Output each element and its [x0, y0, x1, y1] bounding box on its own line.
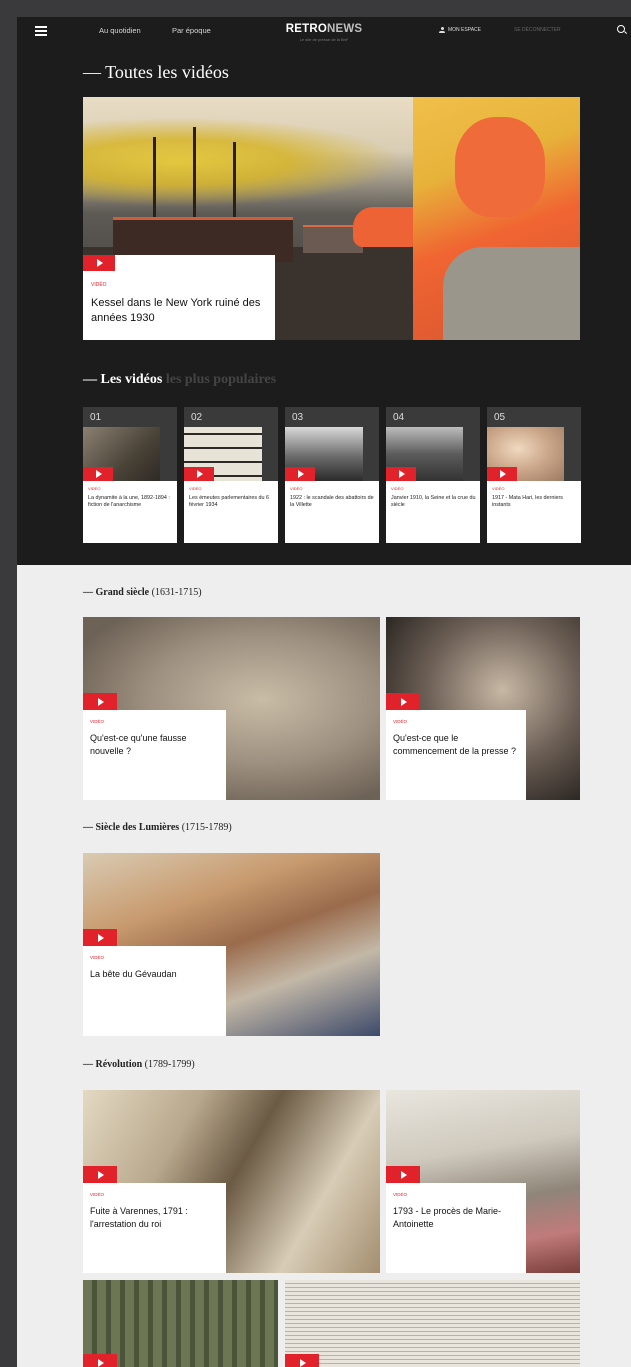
- user-icon: [439, 27, 445, 33]
- video-kind-label: VIDÉO: [492, 486, 505, 491]
- video-title[interactable]: Fuite à Varennes, 1791 : l'arrestation d…: [90, 1205, 220, 1231]
- popular-video-title[interactable]: La dynamite à la une, 1892-1894 : fictio…: [88, 495, 174, 509]
- logo-tagline: Le site de presse de la BnF: [299, 37, 349, 42]
- account-link[interactable]: MON ESPACE: [439, 27, 481, 33]
- video-tile[interactable]: [83, 1280, 278, 1367]
- play-icon[interactable]: [285, 1354, 319, 1367]
- video-title[interactable]: Qu'est-ce qu'une fausse nouvelle ?: [90, 732, 220, 758]
- video-kind-label: VIDÉO: [91, 282, 107, 288]
- video-kind-label: VIDÉO: [290, 486, 303, 491]
- play-icon[interactable]: [487, 467, 517, 481]
- play-icon[interactable]: [386, 693, 420, 710]
- popular-title-muted: les plus populaires: [162, 372, 277, 387]
- popular-video-title[interactable]: 1922 : le scandale des abattoirs de la V…: [290, 495, 376, 509]
- popular-card[interactable]: VIDÉO 1922 : le scandale des abattoirs d…: [285, 467, 379, 543]
- popular-card[interactable]: VIDÉO La dynamite à la une, 1892-1894 : …: [83, 467, 177, 543]
- play-icon[interactable]: [83, 1354, 117, 1367]
- logo-bold: RETRO: [285, 23, 327, 35]
- search-icon[interactable]: [617, 25, 625, 33]
- hero-video-title[interactable]: Kessel dans le New York ruiné des années…: [91, 296, 271, 326]
- popular-rank: 01: [90, 412, 102, 423]
- section-years: (1715-1789): [179, 822, 232, 833]
- video-kind-label: VIDÉO: [88, 486, 101, 491]
- video-card[interactable]: VIDÉO Fuite à Varennes, 1791 : l'arresta…: [83, 1166, 226, 1273]
- popular-rank: 05: [494, 412, 506, 423]
- section-heading: — Grand siècle (1631-1715): [83, 587, 202, 598]
- page: Au quotidien Par époque RETRONEWS Le sit…: [17, 17, 631, 1367]
- popular-card[interactable]: VIDÉO Les émeutes parlementaires du 6 fé…: [184, 467, 278, 543]
- section-years: (1631-1715): [149, 587, 202, 598]
- play-icon[interactable]: [285, 467, 315, 481]
- video-card[interactable]: VIDÉO Qu'est-ce que le commencement de l…: [386, 693, 526, 800]
- dark-header-section: Au quotidien Par époque RETRONEWS Le sit…: [17, 17, 631, 565]
- play-icon[interactable]: [386, 467, 416, 481]
- section-label: — Grand siècle: [83, 587, 150, 598]
- video-kind-label: VIDÉO: [90, 1192, 105, 1197]
- account-label: MON ESPACE: [448, 27, 481, 33]
- section-label: — Révolution: [83, 1059, 143, 1070]
- popular-card[interactable]: VIDÉO Janvier 1910, la Seine et la crue …: [386, 467, 480, 543]
- video-kind-label: VIDÉO: [189, 486, 202, 491]
- video-card[interactable]: VIDÉO La bête du Gévaudan: [83, 929, 226, 1036]
- all-videos-title: — Toutes les vidéos: [83, 62, 229, 82]
- video-title[interactable]: Qu'est-ce que le commencement de la pres…: [393, 732, 519, 758]
- popular-rank: 02: [191, 412, 203, 423]
- popular-video-4[interactable]: 04 VIDÉO Janvier 1910, la Seine et la cr…: [386, 407, 480, 543]
- popular-video-2[interactable]: 02 VIDÉO Les émeutes parlementaires du 6…: [184, 407, 278, 543]
- hero-video-card[interactable]: VIDÉO Kessel dans le New York ruiné des …: [83, 255, 275, 340]
- popular-video-title[interactable]: 1917 - Mata Hari, les derniers instants: [492, 495, 578, 509]
- video-kind-label: VIDÉO: [393, 1192, 408, 1197]
- video-kind-label: VIDÉO: [90, 719, 105, 724]
- popular-video-1[interactable]: 01 VIDÉO La dynamite à la une, 1892-1894…: [83, 407, 177, 543]
- play-icon[interactable]: [83, 467, 113, 481]
- video-title[interactable]: La bête du Gévaudan: [90, 968, 220, 981]
- video-tile[interactable]: VIDÉO Qu'est-ce que le commencement de l…: [386, 617, 580, 800]
- video-kind-label: VIDÉO: [393, 719, 408, 724]
- popular-video-5[interactable]: 05 VIDÉO 1917 - Mata Hari, les derniers …: [487, 407, 581, 543]
- section-heading: — Siècle des Lumières (1715-1789): [83, 822, 232, 833]
- play-icon[interactable]: [83, 929, 117, 946]
- popular-card[interactable]: VIDÉO 1917 - Mata Hari, les derniers ins…: [487, 467, 581, 543]
- video-card[interactable]: VIDÉO Qu'est-ce qu'une fausse nouvelle ?: [83, 693, 226, 800]
- popular-rank: 03: [292, 412, 304, 423]
- video-kind-label: VIDÉO: [90, 955, 105, 960]
- popular-video-title[interactable]: Janvier 1910, la Seine et la crue du siè…: [391, 495, 477, 509]
- video-kind-label: VIDÉO: [391, 486, 404, 491]
- video-tile[interactable]: VIDÉO La bête du Gévaudan: [83, 853, 380, 1036]
- video-tile[interactable]: VIDÉO 1793 - Le procès de Marie-Antoinet…: [386, 1090, 580, 1273]
- video-title[interactable]: 1793 - Le procès de Marie-Antoinette: [393, 1205, 519, 1231]
- section-years: (1789-1799): [142, 1059, 195, 1070]
- logo-light: NEWS: [326, 23, 363, 35]
- section-heading: — Révolution (1789-1799): [83, 1059, 195, 1070]
- play-icon[interactable]: [83, 1166, 117, 1183]
- play-icon[interactable]: [83, 693, 117, 710]
- video-thumbnail[interactable]: [285, 1280, 580, 1367]
- video-tile[interactable]: VIDÉO Qu'est-ce qu'une fausse nouvelle ?: [83, 617, 380, 800]
- popular-video-3[interactable]: 03 VIDÉO 1922 : le scandale des abattoir…: [285, 407, 379, 543]
- section-label: — Siècle des Lumières: [83, 822, 180, 833]
- logout-link[interactable]: SE DÉCONNECTER: [514, 27, 561, 33]
- popular-video-title[interactable]: Les émeutes parlementaires du 6 février …: [189, 495, 275, 509]
- top-navigation: Au quotidien Par époque RETRONEWS Le sit…: [17, 17, 631, 47]
- popular-title-main: — Les vidéos: [83, 372, 163, 387]
- play-icon[interactable]: [184, 467, 214, 481]
- video-tile[interactable]: [285, 1280, 580, 1367]
- popular-videos-title: — Les vidéos les plus populaires: [83, 372, 276, 388]
- video-tile[interactable]: VIDÉO Fuite à Varennes, 1791 : l'arresta…: [83, 1090, 380, 1273]
- play-icon[interactable]: [83, 255, 115, 271]
- video-card[interactable]: VIDÉO 1793 - Le procès de Marie-Antoinet…: [386, 1166, 526, 1273]
- play-icon[interactable]: [386, 1166, 420, 1183]
- popular-rank: 04: [393, 412, 405, 423]
